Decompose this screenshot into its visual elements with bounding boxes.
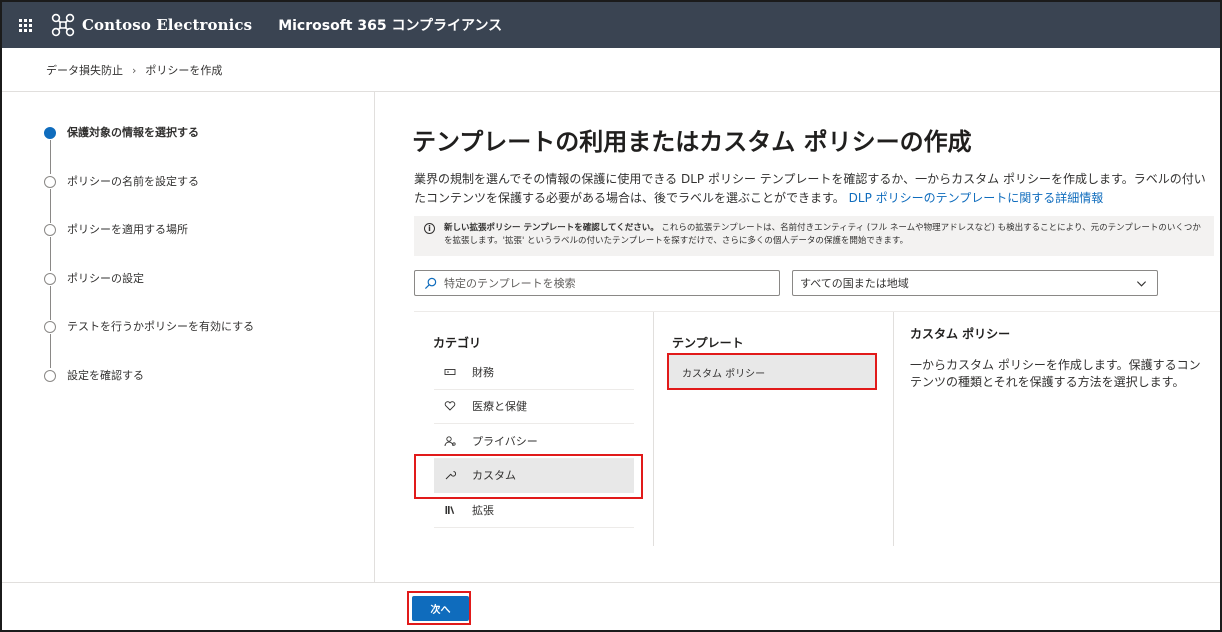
step-review[interactable]: 設定を確認する [44,369,254,418]
template-search-input[interactable]: 特定のテンプレートを検索 [414,270,780,296]
person-icon [444,436,456,446]
dropdown-selected-value: すべての国または地域 [800,277,909,290]
category-label: 拡張 [472,503,494,517]
step-pending-icon [44,369,56,382]
step-label: ポリシーの設定 [67,271,144,285]
category-item-medical[interactable]: 医療と保健 [434,390,634,424]
step-label: ポリシーを適用する場所 [67,223,188,236]
app-window: Contoso Electronics Microsoft 365 コンプライア… [0,0,1222,632]
search-placeholder: 特定のテンプレートを検索 [444,277,576,290]
step-pending-icon [44,175,56,188]
category-list: 財務 医療と保健 プライバシー カスタム 拡張 [434,355,634,528]
category-item-finance[interactable]: 財務 [434,355,634,390]
step-connector [49,285,51,320]
breadcrumb: データ損失防止 › ポリシーを作成 [46,62,222,78]
divider [2,582,1220,583]
step-test-or-enable[interactable]: テストを行うかポリシーを有効にする [44,320,254,369]
step-name-policy[interactable]: ポリシーの名前を設定する [44,175,254,224]
country-region-dropdown[interactable]: すべての国または地域 [792,270,1158,296]
step-label: 保護対象の情報を選択する [67,126,199,139]
top-navigation-bar: Contoso Electronics Microsoft 365 コンプライア… [2,2,1220,48]
step-connector [49,334,51,368]
heart-icon [444,401,456,411]
divider [414,311,1220,312]
page-description: 業界の規制を選んでその情報の保護に使用できる DLP ポリシー テンプレートを確… [414,170,1214,208]
step-pending-icon [44,272,56,285]
step-connector [49,140,51,174]
step-pending-icon [44,224,56,236]
divider [893,312,894,546]
step-policy-settings[interactable]: ポリシーの設定 [44,272,254,321]
info-icon: i [424,223,435,234]
chevron-down-icon [1136,280,1147,287]
details-heading: カスタム ポリシー [910,327,1011,341]
category-item-privacy[interactable]: プライバシー [434,424,634,459]
category-label: カスタム [472,469,516,483]
breadcrumb-chevron-icon: › [132,63,137,77]
category-label: 医療と保健 [472,400,527,414]
breadcrumb-current: ポリシーを作成 [145,64,223,77]
template-item-custom-policy[interactable]: カスタム ポリシー [669,355,876,390]
category-item-extended[interactable]: 拡張 [434,493,634,528]
divider [653,312,654,546]
info-banner-title: 新しい拡張ポリシー テンプレートを確認してください。 [444,223,659,233]
step-connector [49,237,51,271]
app-launcher-icon[interactable] [2,2,48,48]
contoso-logo-icon [51,13,75,37]
template-heading: テンプレート [672,336,744,350]
category-heading: カテゴリ [433,336,482,350]
step-connector [49,188,51,223]
learn-more-link[interactable]: DLP ポリシーのテンプレートに関する詳細情報 [849,191,1104,205]
category-label: 財務 [472,365,494,379]
brand-name: Contoso Electronics [82,16,253,34]
breadcrumb-parent-link[interactable]: データ損失防止 [46,62,123,78]
wrench-icon [445,471,456,480]
divider [2,91,1220,92]
page-title: テンプレートの利用またはカスタム ポリシーの作成 [412,128,972,156]
info-banner: i 新しい拡張ポリシー テンプレートを確認してください。 これらの拡張テンプレー… [414,216,1214,256]
next-button[interactable]: 次へ [412,596,469,621]
money-icon [444,368,456,375]
category-label: プライバシー [472,434,538,448]
search-icon [424,277,437,289]
step-choose-info[interactable]: 保護対象の情報を選択する [44,126,254,175]
product-name[interactable]: Microsoft 365 コンプライアンス [278,15,502,35]
wizard-stepper: 保護対象の情報を選択する ポリシーの名前を設定する ポリシーを適用する場所 ポリ… [44,126,254,417]
step-label: 設定を確認する [67,368,144,382]
step-locations[interactable]: ポリシーを適用する場所 [44,223,254,272]
step-label: ポリシーの名前を設定する [67,174,199,188]
category-item-custom[interactable]: カスタム [434,458,634,493]
details-description: 一からカスタム ポリシーを作成します。保護するコンテンツの種類とそれを保護する方… [910,358,1201,389]
step-pending-icon [44,321,56,333]
divider [374,92,375,582]
step-active-icon [44,127,56,139]
step-label: テストを行うかポリシーを有効にする [67,320,255,333]
library-icon [445,505,455,514]
